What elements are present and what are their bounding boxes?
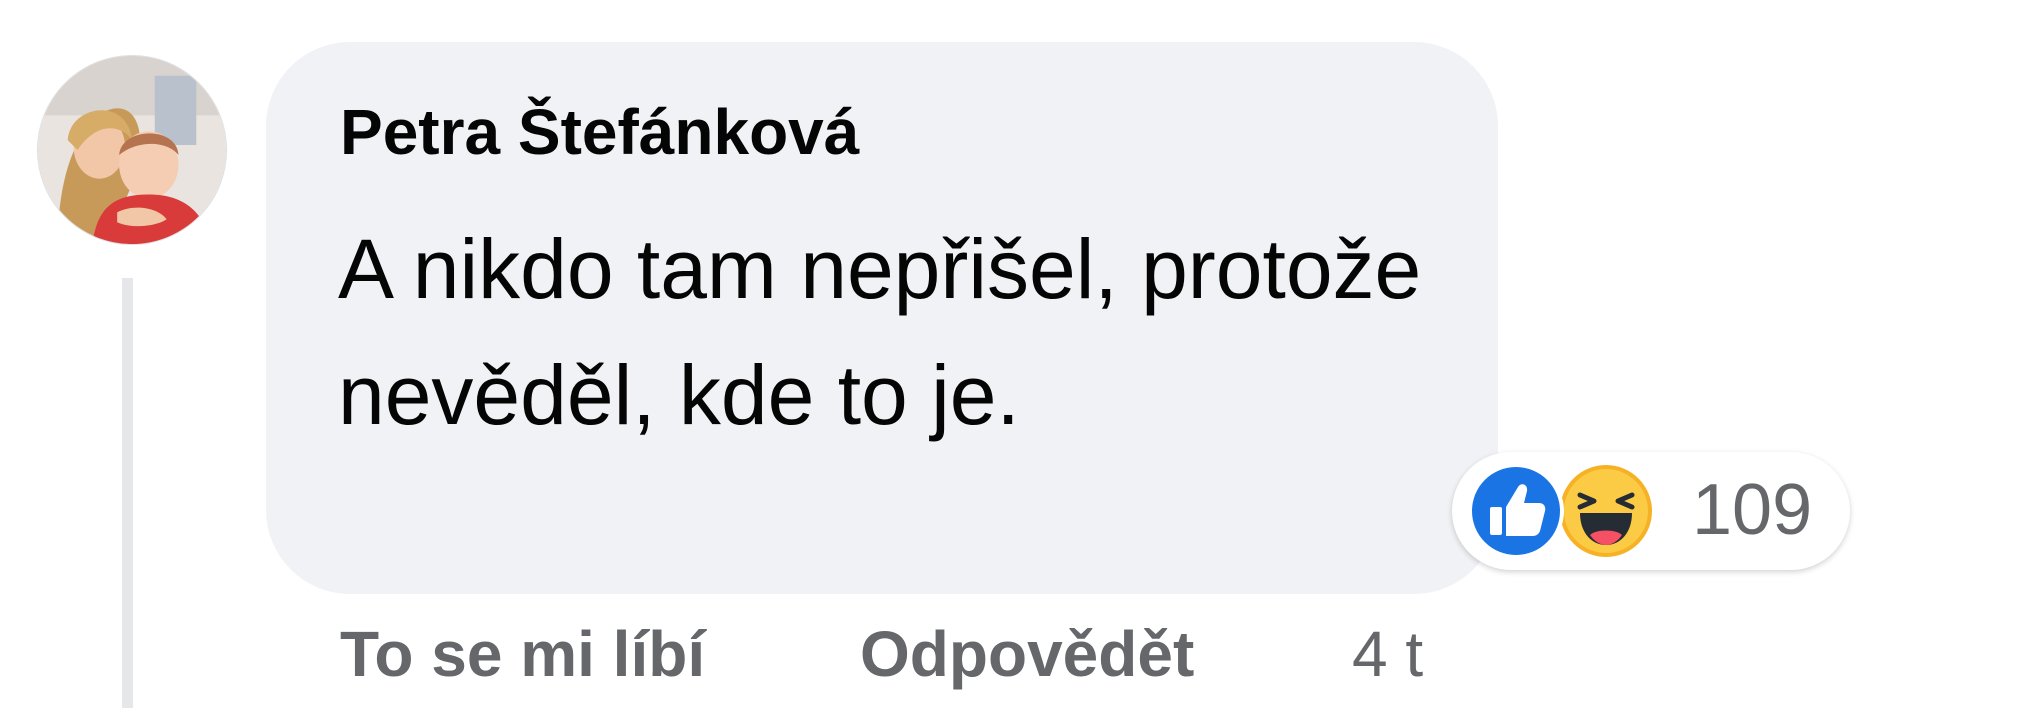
comment-actions: To se mi líbí Odpovědět 4 t — [0, 622, 2040, 702]
comment-author[interactable]: Petra Štefánková — [340, 100, 859, 164]
timestamp[interactable]: 4 t — [1352, 622, 1423, 686]
avatar[interactable] — [37, 55, 227, 245]
like-icon — [1466, 461, 1566, 561]
reply-button[interactable]: Odpovědět — [860, 622, 1194, 686]
reaction-count: 109 — [1692, 470, 1813, 550]
avatar-photo — [38, 56, 226, 244]
like-button[interactable]: To se mi líbí — [340, 622, 705, 686]
haha-icon — [1556, 461, 1656, 561]
comment-text: A nikdo tam nepřišel, protože nevěděl, k… — [338, 222, 1422, 442]
reactions-summary[interactable]: 109 — [1452, 452, 1850, 570]
